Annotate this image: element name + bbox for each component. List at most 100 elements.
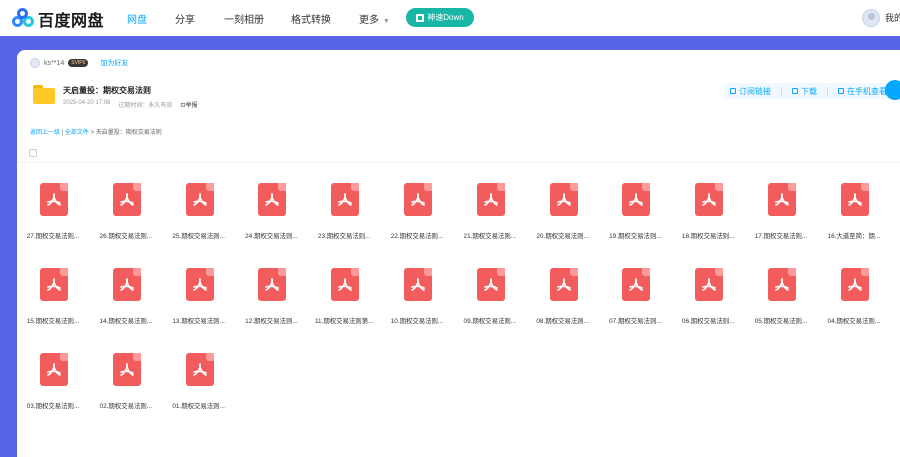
file-item[interactable]: 14.期权交易法则... [90, 268, 162, 334]
file-item[interactable]: 13.期权交易法则... [163, 268, 235, 334]
file-name: 24.期权交易法则... [245, 233, 298, 240]
pdf-file-icon [768, 268, 796, 301]
file-name: 19.期权交易法则... [609, 233, 662, 240]
file-name: 03.期权交易法则... [26, 403, 80, 410]
pdf-file-icon [185, 183, 214, 216]
file-name: 02.期权交易法则... [99, 403, 153, 410]
tab-moment-album[interactable]: 一刻相册 [224, 11, 264, 26]
pdf-file-icon [258, 268, 287, 301]
file-item[interactable]: 26.期权交易法则... [90, 183, 162, 249]
file-item[interactable]: 24.期权交易法则... [235, 183, 307, 249]
pdf-file-icon [331, 183, 360, 216]
tab-share[interactable]: 分享 [175, 11, 195, 26]
pdf-file-icon [476, 268, 505, 301]
file-item[interactable]: 10.期权交易法则... [381, 268, 453, 334]
file-item[interactable]: 09.期权交易法则... [454, 268, 526, 334]
file-item[interactable]: 03.期权交易法则... [17, 353, 89, 419]
file-name: 04.期权交易法则... [827, 318, 881, 325]
file-name: 01.期权交易法则... [172, 403, 225, 410]
file-name: 05.期权交易法则... [754, 318, 808, 325]
pdf-file-icon [112, 268, 141, 301]
divider [827, 86, 828, 96]
sharer-info: ks**14 SVIP6 加为好友 [30, 58, 128, 68]
pdf-file-icon [112, 183, 141, 216]
file-name: 13.期权交易法则... [172, 318, 225, 325]
tab-netdisk[interactable]: 网盘 [127, 11, 147, 26]
divider [17, 162, 900, 163]
pdf-file-icon [476, 183, 505, 216]
divider [781, 86, 782, 96]
tab-format-convert[interactable]: 格式转换 [291, 11, 331, 26]
file-item[interactable]: 04.期权交易法则... [818, 268, 890, 334]
pdf-file-icon [185, 353, 214, 386]
file-item[interactable]: 08.期权交易法则... [527, 268, 599, 334]
file-name: 09.期权交易法则... [463, 318, 517, 325]
save-to-netdisk-button[interactable] [885, 80, 900, 100]
pdf-file-icon [695, 268, 724, 301]
brand-logo[interactable]: 百度网盘 [12, 7, 104, 31]
select-all-checkbox[interactable] [29, 149, 37, 157]
pdf-file-icon [40, 183, 68, 216]
subscribe-button[interactable]: 订阅链接 [730, 86, 771, 97]
breadcrumb: 返回上一级 | 全部文件 > 天启量投：期权交易法则 [30, 127, 162, 136]
file-name: 12.期权交易法则... [245, 318, 298, 325]
add-friend-link[interactable]: 加为好友 [100, 58, 128, 68]
expire-info: 过期时间：永久有效 [118, 100, 172, 109]
file-item[interactable]: 22.期权交易法则... [381, 183, 453, 249]
view-on-mobile-label: 在手机查看 [847, 86, 887, 96]
file-item[interactable]: 16.大道至简：期... [818, 183, 890, 249]
file-name: 26.期权交易法则... [99, 233, 153, 240]
expire-value: 永久有效 [148, 103, 173, 109]
speed-down-button[interactable]: 神速Down [406, 8, 474, 27]
file-item[interactable]: 17.期权交易法则... [745, 183, 817, 249]
file-item[interactable]: 02.期权交易法则... [90, 353, 162, 419]
download-icon [792, 88, 798, 94]
file-name: 10.期权交易法则... [390, 318, 444, 325]
file-item[interactable]: 19.期权交易法则... [599, 183, 671, 249]
subscribe-label: 订阅链接 [739, 86, 771, 96]
baidu-cloud-logo-icon [12, 8, 34, 30]
share-panel: ks**14 SVIP6 加为好友 天启量投：期权交易法则 2025-04-20… [17, 50, 900, 457]
file-item[interactable]: 23.期权交易法则... [308, 183, 380, 249]
file-item[interactable]: 12.期权交易法则... [235, 268, 307, 334]
file-item[interactable]: 06.期权交易法则... [672, 268, 744, 334]
breadcrumb-back[interactable]: 返回上一级 [30, 130, 60, 136]
breadcrumb-separator: | [61, 130, 64, 136]
pdf-file-icon [40, 353, 68, 386]
file-item[interactable]: 05.期权交易法则... [745, 268, 817, 334]
sharer-avatar[interactable] [30, 58, 40, 68]
file-name: 14.期权交易法则... [99, 318, 153, 325]
share-folder-title: 天启量投：期权交易法则 [63, 86, 151, 95]
pdf-file-icon [768, 183, 796, 216]
breadcrumb-all-files[interactable]: 全部文件 [65, 130, 89, 136]
file-item[interactable]: 27.期权交易法则... [17, 183, 89, 249]
share-meta: 2025-04-20 17:08 过期时间：永久有效 ⊡举报 [63, 100, 197, 109]
file-name: 07.期权交易法则... [609, 318, 662, 325]
file-item[interactable]: 15.期权交易法则... [17, 268, 89, 334]
file-item[interactable]: 25.期权交易法则... [163, 183, 235, 249]
phone-icon [838, 88, 844, 94]
folder-icon [33, 85, 55, 104]
user-menu-label[interactable]: 我的 [885, 11, 900, 24]
file-item[interactable]: 07.期权交易法则... [599, 268, 671, 334]
report-link[interactable]: ⊡举报 [180, 100, 197, 109]
view-on-mobile-button[interactable]: 在手机查看 [838, 86, 887, 97]
file-name: 18.期权交易法则... [681, 233, 735, 240]
share-actions: 订阅链接 下载 在手机查看 [724, 83, 893, 99]
file-name: 25.期权交易法则... [172, 233, 225, 240]
file-item[interactable]: 11.期权交易法则第... [308, 268, 380, 334]
pdf-file-icon [840, 268, 869, 301]
svip-badge: SVIP6 [68, 59, 89, 67]
tab-more[interactable]: 更多 ▼ [359, 11, 390, 26]
file-item[interactable]: 01.期权交易法则... [163, 353, 235, 419]
download-button[interactable]: 下载 [792, 86, 817, 97]
file-item[interactable]: 18.期权交易法则... [672, 183, 744, 249]
breadcrumb-current: 天启量投：期权交易法则 [95, 130, 162, 136]
file-item[interactable]: 21.期权交易法则... [454, 183, 526, 249]
report-label: 举报 [185, 103, 198, 109]
tab-more-label: 更多 [359, 15, 379, 26]
pdf-file-icon [404, 268, 432, 301]
chevron-down-icon: ▼ [383, 18, 390, 25]
user-avatar[interactable] [862, 9, 880, 27]
file-item[interactable]: 20.期权交易法则... [527, 183, 599, 249]
